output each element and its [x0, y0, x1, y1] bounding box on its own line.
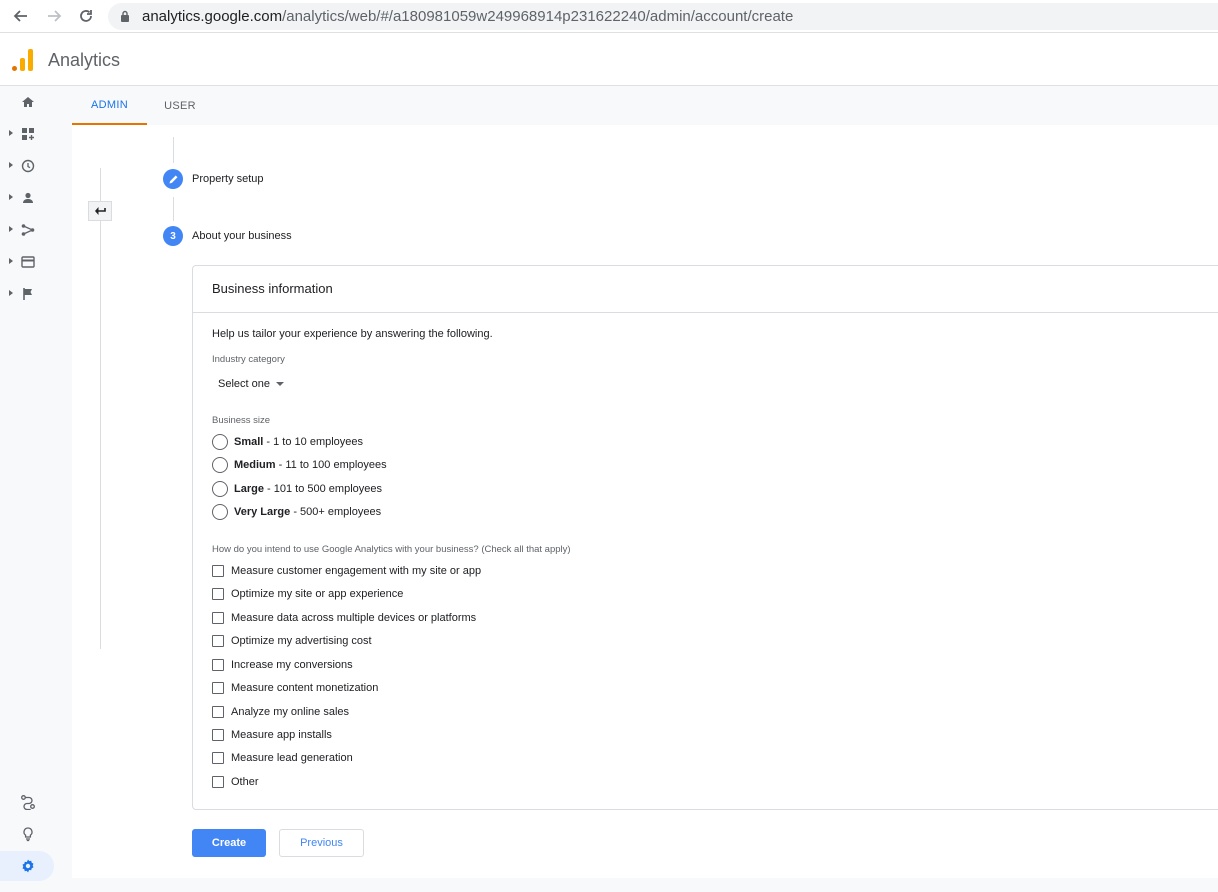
lock-icon: [121, 10, 129, 22]
tab-user[interactable]: USER: [147, 86, 213, 125]
radio-button[interactable]: [212, 481, 228, 497]
acquisition-icon: [21, 224, 35, 236]
business-size-label: Business size: [212, 415, 271, 426]
size-option-very-large[interactable]: Very Large - 500+ employees: [212, 503, 381, 521]
usage-option[interactable]: Analyze my online sales: [212, 704, 349, 720]
industry-select[interactable]: Select one: [218, 378, 284, 390]
rail-behavior[interactable]: [0, 249, 56, 275]
behavior-icon: [21, 256, 35, 268]
rail-audience[interactable]: [0, 185, 56, 211]
audience-person-icon: [23, 192, 33, 203]
usage-option[interactable]: Measure data across multiple devices or …: [212, 610, 476, 626]
home-icon: [22, 97, 34, 107]
app-title: Analytics: [48, 50, 121, 70]
back-collapse-button[interactable]: [88, 201, 112, 221]
checkbox[interactable]: [212, 612, 224, 624]
analytics-logo-icon[interactable]: [12, 49, 34, 71]
create-button[interactable]: Create: [192, 829, 266, 857]
business-information-card: Business information Help us tailor your…: [192, 265, 1218, 810]
back-arrow-icon[interactable]: [12, 7, 30, 25]
checkbox[interactable]: [212, 706, 224, 718]
admin-tabs: ADMIN USER: [72, 86, 1218, 125]
rail-realtime[interactable]: [0, 153, 56, 179]
card-intro: Help us tailor your experience by answer…: [212, 328, 493, 340]
discover-lightbulb-icon: [23, 827, 33, 842]
checkbox[interactable]: [212, 588, 224, 600]
admin-gear-icon: [22, 859, 34, 873]
realtime-clock-icon: [21, 159, 35, 173]
conversions-flag-icon: [23, 288, 32, 300]
usage-option[interactable]: Measure content monetization: [212, 680, 378, 696]
rail-discover[interactable]: [0, 819, 56, 849]
checkbox[interactable]: [212, 729, 224, 741]
tab-admin[interactable]: ADMIN: [72, 86, 147, 125]
size-option-large[interactable]: Large - 101 to 500 employees: [212, 480, 382, 498]
usage-label: How do you intend to use Google Analytic…: [212, 544, 571, 555]
usage-option[interactable]: Other: [212, 774, 259, 790]
rail-attribution[interactable]: [0, 787, 56, 817]
checkbox[interactable]: [212, 752, 224, 764]
back-return-icon: [95, 207, 106, 215]
pencil-icon: [169, 175, 177, 183]
app-header: Analytics: [0, 34, 1218, 86]
usage-option[interactable]: Measure customer engagement with my site…: [212, 563, 481, 579]
rail-conversions[interactable]: [0, 281, 56, 307]
size-option-small[interactable]: Small - 1 to 10 employees: [212, 433, 363, 451]
card-divider: [193, 312, 1218, 313]
usage-option[interactable]: Optimize my advertising cost: [212, 633, 372, 649]
usage-option[interactable]: Measure lead generation: [212, 750, 353, 766]
step-edit-badge: [163, 169, 183, 189]
radio-button[interactable]: [212, 434, 228, 450]
left-nav-rail: [0, 86, 72, 892]
rail-home[interactable]: [0, 89, 56, 115]
industry-label: Industry category: [212, 354, 285, 365]
rail-acquisition[interactable]: [0, 217, 56, 243]
create-account-content: Property setup 3 About your business Bus…: [72, 125, 1218, 878]
step-number-badge: 3: [163, 226, 183, 246]
checkbox[interactable]: [212, 776, 224, 788]
rail-admin[interactable]: [0, 851, 54, 881]
size-option-medium[interactable]: Medium - 11 to 100 employees: [212, 456, 387, 474]
browser-toolbar: analytics.google.com/analytics/web/#/a18…: [0, 0, 1218, 33]
collapse-rule: [100, 168, 101, 649]
usage-option[interactable]: Increase my conversions: [212, 657, 353, 673]
reload-icon[interactable]: [77, 7, 95, 25]
radio-button[interactable]: [212, 457, 228, 473]
address-bar[interactable]: analytics.google.com/analytics/web/#/a18…: [108, 3, 1218, 30]
step-about-business: About your business: [192, 230, 292, 242]
main-panel: ADMIN USER Property setup 3 About your b…: [72, 86, 1218, 892]
dashboard-icon: [22, 128, 34, 140]
radio-button[interactable]: [212, 504, 228, 520]
usage-option[interactable]: Measure app installs: [212, 727, 332, 743]
step-connector: [173, 197, 174, 221]
industry-select-value: Select one: [218, 378, 270, 390]
card-title: Business information: [212, 281, 333, 296]
previous-button[interactable]: Previous: [279, 829, 364, 857]
checkbox[interactable]: [212, 682, 224, 694]
step-connector: [173, 137, 174, 163]
checkbox[interactable]: [212, 635, 224, 647]
checkbox[interactable]: [212, 659, 224, 671]
attribution-icon: [21, 795, 35, 810]
step-property-setup[interactable]: Property setup: [192, 173, 264, 185]
usage-option[interactable]: Optimize my site or app experience: [212, 586, 403, 602]
url-text: analytics.google.com/analytics/web/#/a18…: [142, 8, 794, 25]
rail-customization[interactable]: [0, 121, 56, 147]
checkbox[interactable]: [212, 565, 224, 577]
forward-arrow-icon[interactable]: [45, 7, 63, 25]
dropdown-arrow-icon: [275, 382, 284, 386]
